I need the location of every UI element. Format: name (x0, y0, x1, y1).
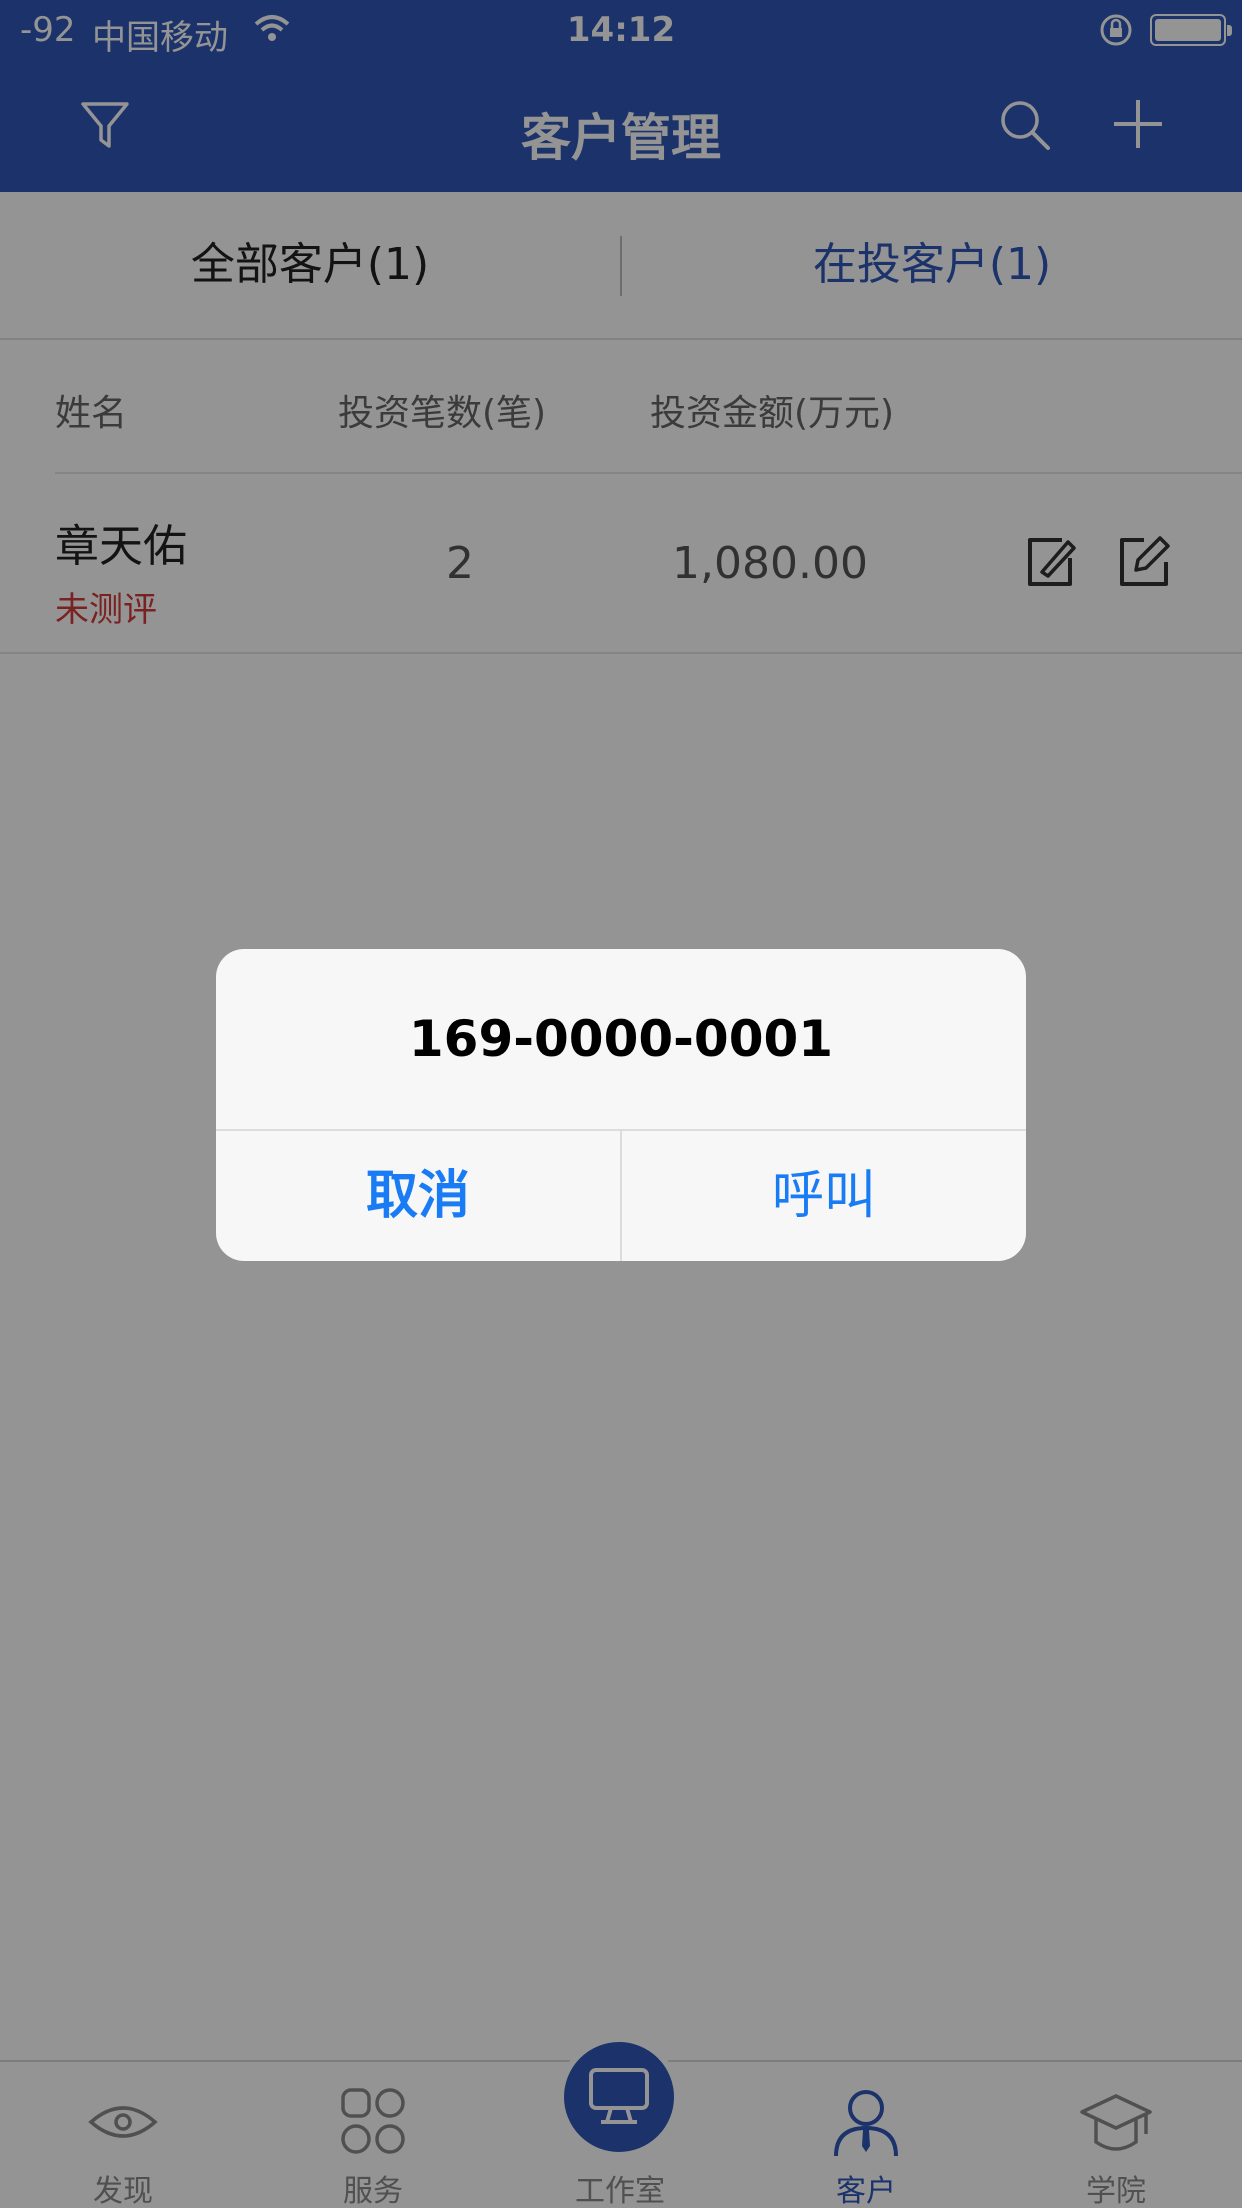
call-button[interactable]: 呼叫 (622, 1131, 1026, 1261)
call-confirmation-dialog: 169-0000-0001 取消 呼叫 (216, 949, 1026, 1261)
cancel-button[interactable]: 取消 (216, 1131, 620, 1261)
phone-number: 169-0000-0001 (408, 1010, 834, 1068)
